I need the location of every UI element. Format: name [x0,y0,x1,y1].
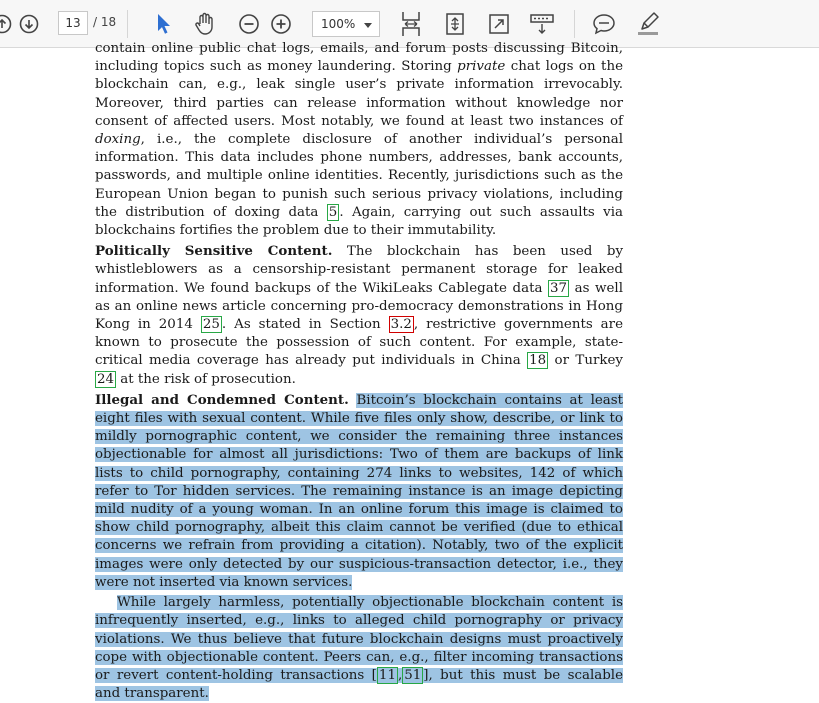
page-total: / 18 [93,15,117,29]
chevron-down-icon [364,23,372,28]
citation-link[interactable]: 24 [95,370,117,388]
selected-text: While largely harmless, potentially obje… [95,595,623,702]
next-page-icon[interactable] [18,0,40,48]
paragraph-heading: Politically Sensitive Content. [95,243,333,260]
zoom-level-value: 100% [321,17,356,31]
citation-link[interactable]: 5 [326,203,340,221]
toolbar-divider [127,10,128,38]
citation-link[interactable]: 11 [376,666,398,684]
paragraph-political-content: Politically Sensitive Content. The block… [95,243,624,388]
highlight-pen-icon[interactable] [634,0,662,48]
citation-link[interactable]: 18 [527,352,549,370]
page-number-input[interactable]: 13 [58,11,88,35]
selected-text: Bitcoin’s blockchain contains at least e… [95,392,624,590]
citation-link[interactable]: 51 [402,666,424,684]
paragraph-illegal-content: Illegal and Condemned Content. Bitcoin’s… [95,391,624,592]
section-link[interactable]: 3.2 [388,316,414,334]
citation-link[interactable]: 25 [200,316,222,334]
toolbar-divider [574,10,575,38]
paragraph-doxing: contain online public chat logs, emails,… [95,41,623,239]
previous-page-icon[interactable] [0,0,12,48]
zoom-level-select[interactable]: 100% [312,11,380,37]
paragraph-conclusion: While largely harmless, potentially obje… [95,594,623,703]
document-page: contain online public chat logs, emails,… [95,40,624,703]
citation-link[interactable]: 37 [548,279,570,297]
paragraph-heading: Illegal and Condemned Content. [95,391,349,408]
